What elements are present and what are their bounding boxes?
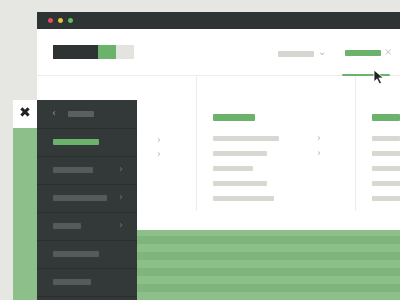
sidebar-item-label-placeholder (53, 139, 99, 145)
sidebar-item-label-placeholder (53, 223, 81, 229)
nav-item-dropdown[interactable]: ⌄ (278, 48, 328, 60)
sidebar-item[interactable] (37, 268, 137, 297)
column-heading-placeholder (372, 114, 400, 121)
chevron-left-icon: ‹ (52, 108, 56, 119)
close-window-dot[interactable] (48, 18, 53, 23)
menu-back-row[interactable]: ‹ (37, 100, 137, 129)
menu-link[interactable] (372, 196, 400, 201)
chevron-down-icon: ⌄ (318, 47, 327, 58)
sidebar-item[interactable]: › (37, 184, 137, 213)
logo-block-green (98, 45, 116, 59)
nav-item-active-label-placeholder (345, 50, 381, 56)
sidebar-item[interactable]: › (37, 212, 137, 241)
menu-link[interactable] (372, 151, 400, 156)
chevron-right-icon: › (119, 164, 123, 175)
sidebar-item-label-placeholder (53, 195, 107, 201)
column-heading-placeholder (213, 114, 255, 121)
sidebar-item-label-placeholder (53, 167, 93, 173)
menu-link[interactable] (213, 166, 253, 171)
menu-link[interactable] (213, 151, 267, 156)
close-icon: ✖ (19, 105, 31, 121)
nav-item-label-placeholder (278, 51, 314, 57)
column-divider (196, 76, 197, 211)
minimize-window-dot[interactable] (58, 18, 63, 23)
menu-link[interactable] (213, 181, 267, 186)
sidebar-item[interactable]: › (37, 156, 137, 185)
title-bar (37, 12, 400, 29)
menu-link[interactable] (213, 196, 274, 201)
mobile-menu-sidebar: ‹ › › › (37, 100, 137, 300)
menu-link[interactable] (372, 136, 400, 141)
menu-close-button[interactable]: ✖ (13, 100, 37, 128)
back-label-placeholder (68, 111, 94, 117)
site-header: ⌄ × (37, 29, 400, 85)
column-divider (355, 76, 356, 211)
maximize-window-dot[interactable] (68, 18, 73, 23)
menu-column-2: › › (213, 114, 333, 214)
menu-link[interactable] (372, 181, 400, 186)
chevron-right-icon: › (157, 135, 161, 146)
chevron-right-icon: › (119, 192, 123, 203)
close-icon[interactable]: × (384, 48, 392, 58)
logo-block-light (116, 45, 134, 59)
chevron-right-icon: › (157, 149, 161, 160)
logo-block-dark (53, 45, 98, 59)
menu-link[interactable] (372, 166, 400, 171)
chevron-right-icon: › (317, 148, 321, 159)
sidebar-item-active[interactable] (37, 128, 137, 157)
chevron-right-icon: › (119, 220, 123, 231)
menu-column-3 (372, 114, 400, 214)
site-logo[interactable] (53, 45, 134, 59)
sidebar-item-label-placeholder (53, 279, 91, 285)
page-edge-background (13, 128, 37, 300)
chevron-right-icon: › (317, 133, 321, 144)
menu-link[interactable] (213, 136, 279, 141)
sidebar-item[interactable] (37, 240, 137, 269)
sidebar-item-label-placeholder (53, 251, 99, 257)
